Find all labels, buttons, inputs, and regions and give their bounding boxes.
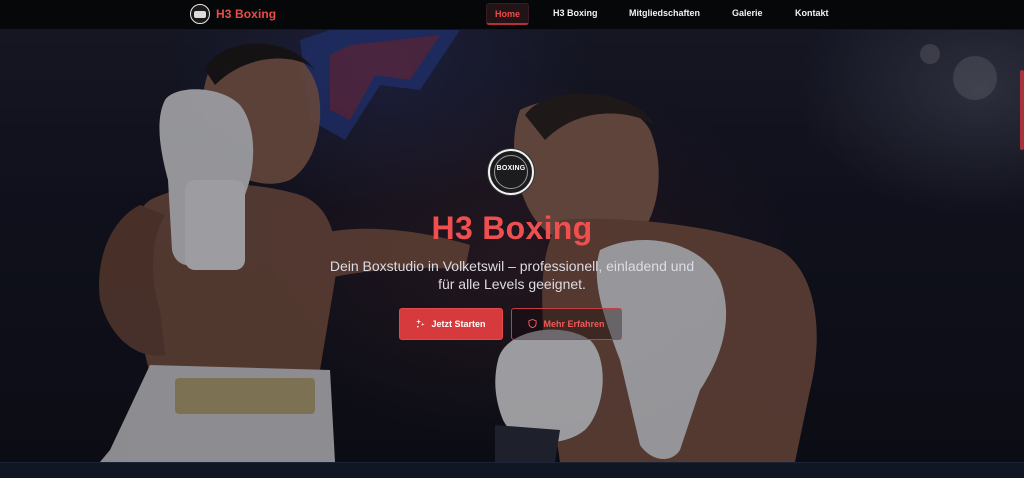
hero-title: H3 Boxing [431,210,593,246]
nav-item-kontakt[interactable]: Kontakt [795,3,829,25]
nav-item-home[interactable]: Home [486,3,530,25]
nav-item-mitgliedschaften[interactable]: Mitgliedschaften [629,3,700,25]
hero-content: BOXING H3 Boxing Dein Boxstudio in Volke… [0,30,1024,462]
top-navbar: H3 Boxing Home H3 Boxing Mitgliedschafte… [0,0,1024,30]
nav-links: Home H3 Boxing Mitgliedschaften Galerie … [0,3,1024,25]
nav-item-galerie[interactable]: Galerie [732,3,763,25]
shield-icon [528,318,538,330]
emblem-word: BOXING [496,165,526,172]
hero-subtitle: Dein Boxstudio in Volketswil – professio… [312,257,712,293]
hero-subtitle-line1: Dein Boxstudio in Volketswil – professio… [329,258,695,274]
mehr-erfahren-button[interactable]: Mehr Erfahren [511,308,622,340]
hero-subtitle-line2: für alle Levels geeignet. [438,276,586,292]
jetzt-starten-label: Jetzt Starten [431,319,486,329]
mehr-erfahren-label: Mehr Erfahren [543,319,605,329]
jetzt-starten-button[interactable]: Jetzt Starten [399,308,503,340]
boxing-emblem-logo: BOXING [488,149,534,195]
hero-section: BOXING H3 Boxing Dein Boxstudio in Volke… [0,30,1024,462]
sparkle-icon [416,318,426,330]
nav-item-h3-boxing[interactable]: H3 Boxing [553,3,598,25]
next-section-edge [0,462,1024,478]
